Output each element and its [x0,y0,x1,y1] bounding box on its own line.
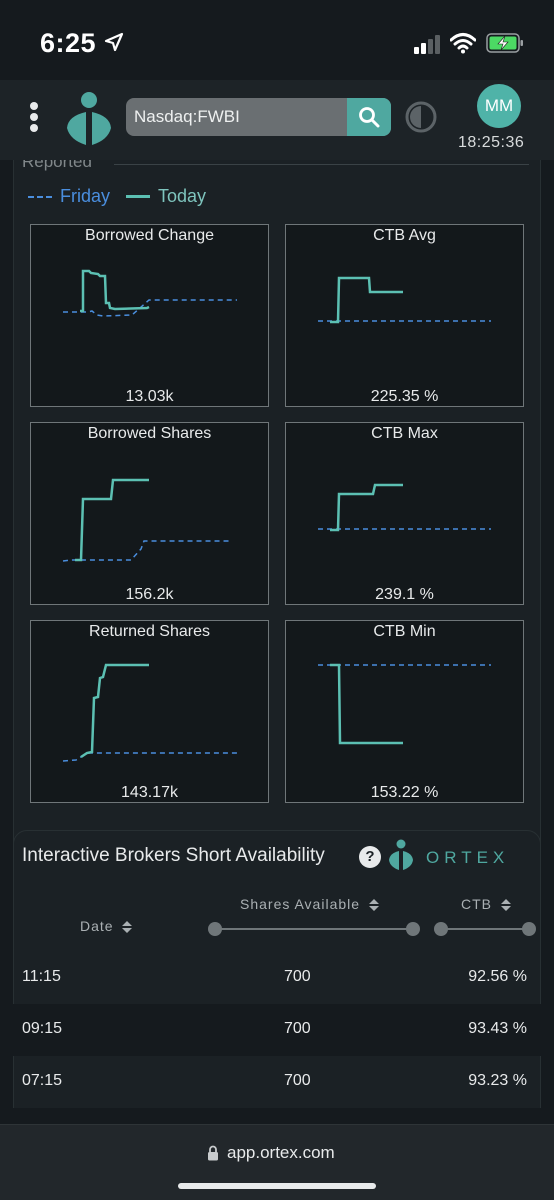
url-text[interactable]: app.ortex.com [227,1143,335,1163]
cellular-signal-icon [414,35,440,54]
ortex-logo-icon[interactable] [64,90,114,148]
column-header-ctb[interactable]: CTB [461,896,511,912]
header-clock: 18:25:36 [458,134,525,151]
cell-shares: 700 [284,1072,311,1089]
chart-title: CTB Max [371,425,438,442]
location-arrow-icon [104,32,124,52]
cell-ctb: 93.43 % [468,1020,527,1037]
legend-label-friday: Friday [60,186,111,206]
chart-title: Returned Shares [89,623,210,640]
lock-icon [208,1145,218,1161]
sort-icon [500,899,511,912]
legend-dash-swatch [28,195,52,198]
table-row[interactable]: 09:15 700 93.43 % [13,1004,541,1056]
chart-returned-shares: Returned Shares 143.17k [30,620,269,803]
range-min-handle[interactable] [208,922,222,936]
section-divider [114,164,529,165]
table-row [13,1108,541,1124]
sort-icon [368,899,379,912]
cell-shares: 700 [284,1020,311,1037]
chart-borrowed-shares: Borrowed Shares 156.2k [30,422,269,605]
range-track [440,928,530,930]
chart-value: 13.03k [125,388,174,405]
chart-value: 153.22 % [370,784,439,801]
chart-ctb-min: CTB Min 153.22 % [285,620,524,803]
sparkline-borrowed-change [63,269,237,317]
chart-title: Borrowed Change [85,227,214,244]
shares-range-slider[interactable] [208,922,420,936]
chart-value: 143.17k [121,784,178,801]
ortex-brand-icon [389,839,413,870]
battery-charging-icon [486,33,523,53]
legend-item-today[interactable]: Today [126,186,206,207]
sparkline-ctb-avg [318,276,491,324]
reported-heading: Reported [22,160,92,171]
range-max-handle[interactable] [406,922,420,936]
legend-item-friday[interactable]: Friday [28,186,110,207]
wifi-icon [450,33,476,54]
browser-url-bar[interactable]: app.ortex.com [0,1124,554,1200]
column-header-shares-available[interactable]: Shares Available [240,896,379,912]
help-icon[interactable]: ? [359,846,381,868]
column-header-date-label: Date [80,918,114,934]
legend-solid-swatch [126,195,151,198]
column-header-shares-label: Shares Available [240,896,361,912]
table-row[interactable]: 11:15 700 92.56 % [13,952,541,1004]
ctb-range-slider[interactable] [434,922,536,936]
cell-shares: 700 [284,968,311,985]
cell-ctb: 93.23 % [468,1072,527,1089]
column-header-ctb-label: CTB [461,896,492,912]
theme-toggle-icon[interactable] [405,101,437,133]
ib-panel-title: Interactive Brokers Short Availability [22,845,325,866]
chart-ctb-max: CTB Max 239.1 % [285,422,524,605]
sparkline-borrowed-shares [62,478,232,562]
table-row[interactable]: 07:15 700 93.23 % [13,1056,541,1108]
search-input[interactable] [126,98,348,136]
avatar[interactable]: MM [477,84,521,128]
cell-time: 07:15 [22,1072,63,1089]
chart-value: 239.1 % [375,586,434,603]
chart-title: CTB Avg [373,227,436,244]
chart-value: 225.35 % [370,388,439,405]
app-header: MM 18:25:36 [0,80,554,160]
sparkline-ctb-min [318,663,491,745]
sparkline-returned-shares [62,663,237,762]
chart-title: Borrowed Shares [87,425,212,442]
status-time: 6:25 [40,28,97,58]
range-max-handle[interactable] [522,922,536,936]
main-content: Reported Friday Today Borrowed Change 13… [0,160,554,1124]
ortex-brand-text: ORTEX [426,848,510,867]
chart-title: CTB Min [373,623,436,640]
search-button[interactable] [347,98,391,136]
search-icon [359,107,380,128]
chart-ctb-avg: CTB Avg 225.35 % [285,224,524,407]
range-track [214,928,414,930]
chart-legend: Friday Today [28,186,222,207]
cell-time: 11:15 [22,968,61,985]
search-box [126,98,391,136]
chart-value: 156.2k [125,586,174,603]
cell-time: 09:15 [22,1020,63,1037]
range-min-handle[interactable] [434,922,448,936]
sparkline-ctb-max [318,483,491,532]
status-bar: 6:25 [0,0,554,80]
sort-icon [122,921,133,934]
chart-borrowed-change: Borrowed Change 13.03k [30,224,269,407]
cell-ctb: 92.56 % [468,968,527,985]
column-header-date[interactable]: Date [80,918,133,934]
legend-label-today: Today [158,186,207,206]
menu-kebab-icon[interactable] [22,100,46,136]
home-indicator[interactable] [178,1183,376,1189]
